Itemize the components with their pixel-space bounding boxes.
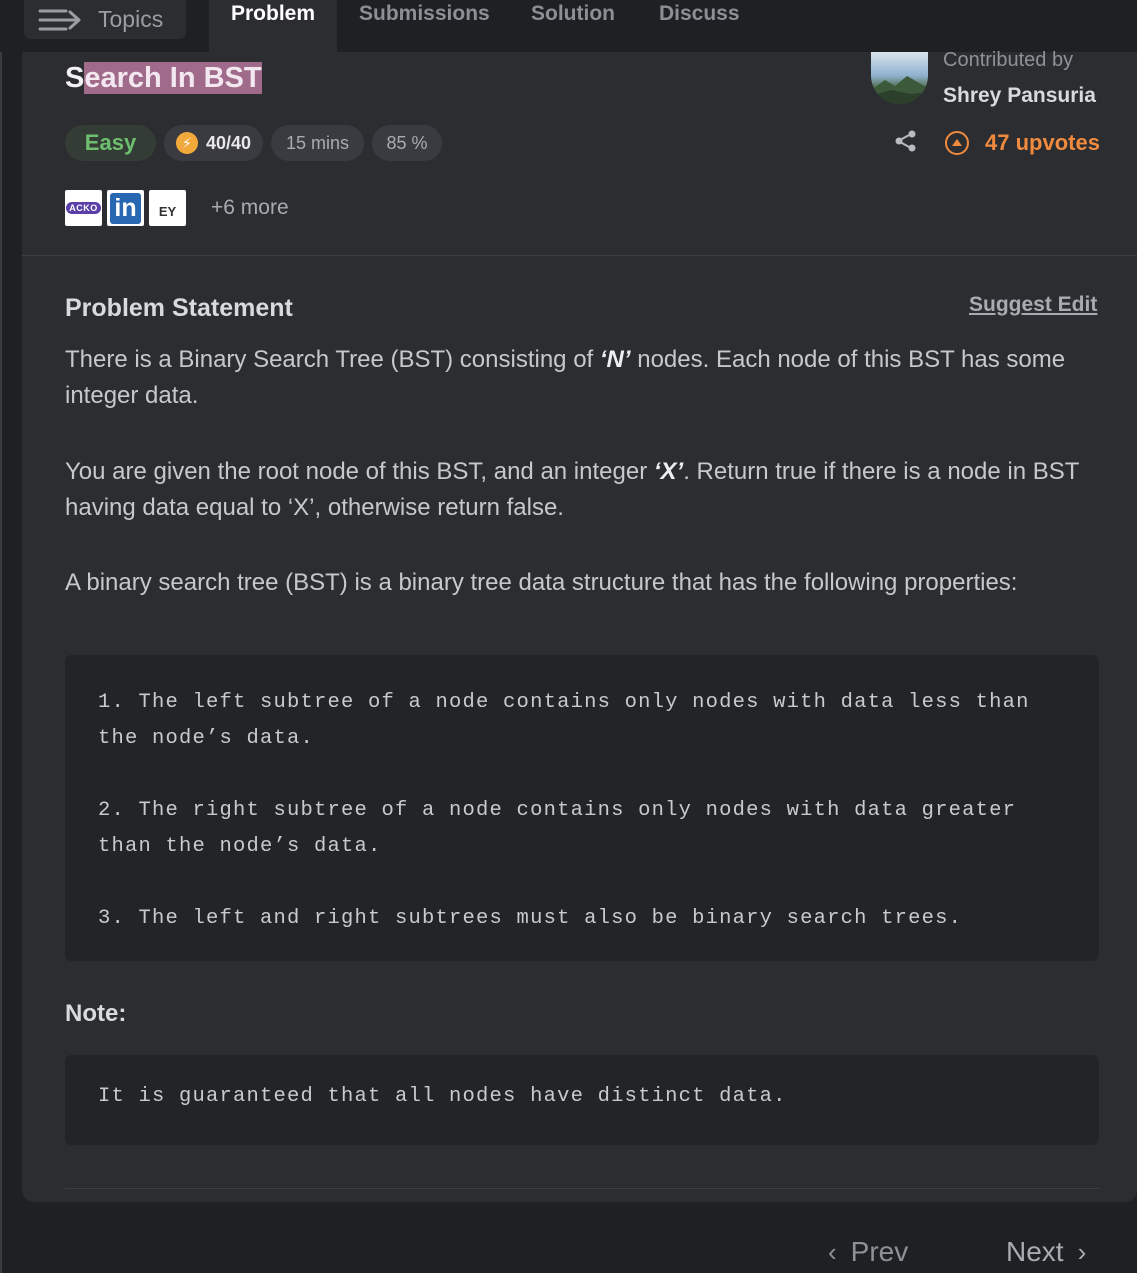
content-divider xyxy=(65,1188,1099,1189)
next-label: Next xyxy=(1006,1236,1064,1267)
problem-statement-heading: Problem Statement xyxy=(65,294,293,322)
difficulty-badge: Easy xyxy=(65,125,156,161)
menu-arrow-icon xyxy=(38,9,81,30)
linkedin-logo[interactable]: in xyxy=(107,190,144,226)
upvote-button[interactable]: 47 upvotes xyxy=(945,130,1100,156)
statement-paragraph-1: There is a Binary Search Tree (BST) cons… xyxy=(65,346,1066,409)
upvote-count: 47 upvotes xyxy=(985,130,1100,155)
property-3: 3. The left and right subtrees must also… xyxy=(98,907,963,930)
topics-button[interactable]: Topics xyxy=(24,0,186,39)
upvote-icon xyxy=(945,131,969,155)
statement-paragraph-2: You are given the root node of this BST,… xyxy=(65,458,1079,521)
note-text: It is guaranteed that all nodes have dis… xyxy=(98,1085,787,1108)
chevron-left-icon: ‹ xyxy=(828,1236,837,1267)
title-prefix: S xyxy=(65,62,85,94)
title-selection: earch In BST xyxy=(84,62,262,94)
suggest-edit-link[interactable]: Suggest Edit xyxy=(969,293,1097,317)
tab-solution[interactable]: Solution xyxy=(531,0,615,52)
top-nav: Topics Problem Submissions Solution Disc… xyxy=(0,0,1137,52)
tab-problem[interactable]: Problem xyxy=(209,0,337,52)
contributor-avatar[interactable] xyxy=(871,52,928,104)
more-companies-link[interactable]: +6 more xyxy=(211,196,289,220)
acko-logo[interactable]: ACKO xyxy=(65,190,102,226)
note-code-block: It is guaranteed that all nodes have dis… xyxy=(65,1055,1099,1145)
contributor-name[interactable]: Shrey Pansuria xyxy=(943,84,1096,108)
score-badge: ⚡ 40/40 xyxy=(164,125,263,161)
contributed-by-label: Contributed by xyxy=(943,49,1074,71)
ey-logo[interactable]: EY xyxy=(149,190,186,226)
left-edge xyxy=(0,0,2,1273)
tab-discuss[interactable]: Discuss xyxy=(659,0,740,52)
tab-submissions[interactable]: Submissions xyxy=(359,0,490,52)
next-button[interactable]: Next › xyxy=(1006,1236,1086,1268)
share-icon[interactable] xyxy=(894,129,918,158)
topics-label: Topics xyxy=(98,6,164,32)
statement-paragraph-3: A binary search tree (BST) is a binary t… xyxy=(65,569,1018,596)
success-rate-badge: 85 % xyxy=(372,125,442,161)
property-1: 1. The left subtree of a node contains o… xyxy=(98,691,1044,750)
score-value: 40/40 xyxy=(205,132,252,153)
company-logos: ACKO in EY +6 more xyxy=(65,190,289,226)
header-divider xyxy=(22,255,1137,256)
note-heading: Note: xyxy=(65,1000,127,1027)
problem-title: Search In BST xyxy=(65,57,262,99)
problem-card: Search In BST Easy ⚡ 40/40 15 mins 85 % … xyxy=(22,49,1137,1202)
prev-button[interactable]: ‹ Prev xyxy=(828,1236,908,1268)
property-2: 2. The right subtree of a node contains … xyxy=(98,799,1030,858)
properties-code-block: 1. The left subtree of a node contains o… xyxy=(65,655,1099,961)
time-badge: 15 mins xyxy=(271,125,364,161)
chevron-right-icon: › xyxy=(1077,1236,1087,1267)
prev-label: Prev xyxy=(850,1236,909,1267)
bolt-icon: ⚡ xyxy=(175,132,198,154)
